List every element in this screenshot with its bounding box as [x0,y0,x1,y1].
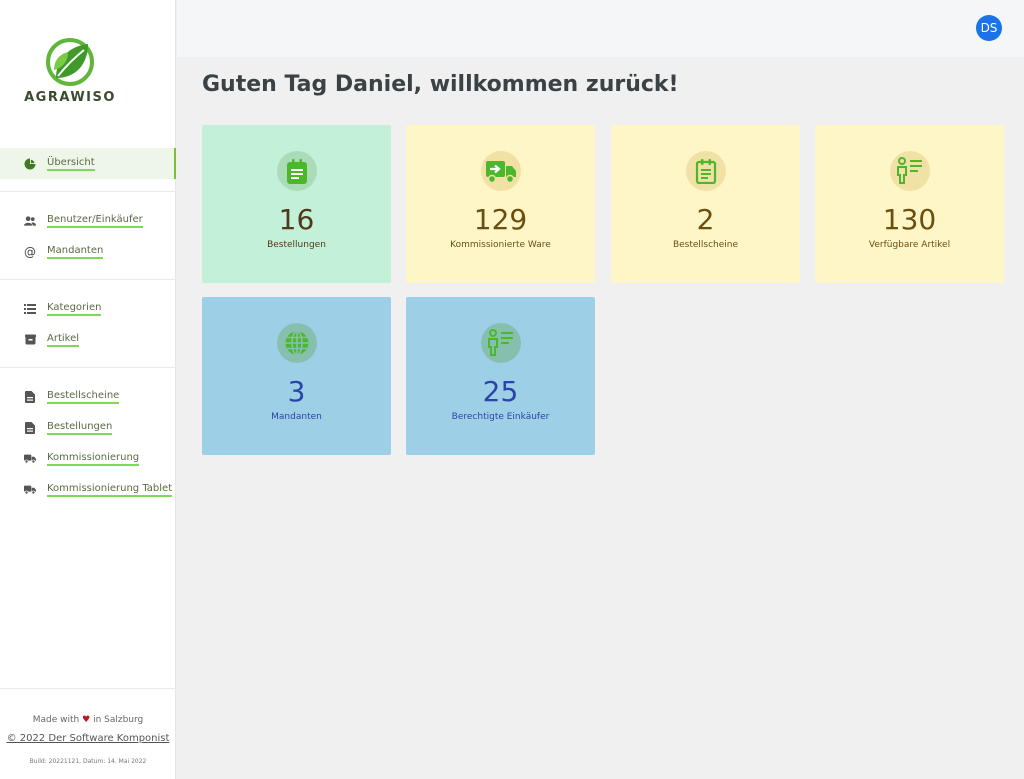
notepad-icon [685,151,726,191]
sidebar-item-label: Benutzer/Einkäufer [47,213,143,228]
sidebar-item-label: Mandanten [47,244,104,259]
heart-icon: ♥ [82,715,91,725]
list-icon [24,303,36,315]
sidebar-item-uebersicht[interactable]: Übersicht [0,148,176,179]
person-list-icon [889,151,930,191]
sidebar-item-label: Kommissionierung [47,451,140,466]
stat-label: Bestellungen [267,240,326,250]
stat-value: 3 [287,375,306,408]
topbar: DS [177,0,1024,57]
sidebar-item-label: Kategorien [47,301,102,316]
user-avatar[interactable]: DS [976,15,1002,41]
stat-value: 129 [473,203,528,236]
document-icon [24,421,36,434]
stat-card-berechtigte-einkaeufer[interactable]: 25 Berechtigte Einkäufer [406,297,595,455]
stat-label: Bestellscheine [672,240,739,250]
stat-card-kommissionierte-ware[interactable]: 129 Kommissionierte Ware [406,125,595,283]
sidebar-item-kategorien[interactable]: Kategorien [0,293,176,324]
nav-divider [0,355,176,368]
sidebar-item-artikel[interactable]: Artikel [0,324,176,355]
sidebar-item-mandanten[interactable]: @ Mandanten [0,236,176,267]
truck-icon [24,484,36,496]
box-icon [24,334,36,346]
brand-name: AGRAWISO [24,90,116,105]
stat-label: Verfügbare Artikel [868,240,951,250]
page-title: Guten Tag Daniel, willkommen zurück! [202,72,679,97]
truck-icon [24,453,36,465]
sidebar-item-kommissionierung-tablet[interactable]: Kommissionierung Tablet [0,474,176,505]
nav-divider [0,267,176,280]
users-icon [24,215,36,227]
at-icon: @ [24,244,36,259]
build-info: Build: 20221121, Datum: 14. Mai 2022 [29,758,147,765]
clipboard-icon [276,151,317,191]
sidebar-item-label: Übersicht [47,156,95,171]
made-with-suffix: in Salzburg [93,715,144,725]
sidebar-item-bestellungen[interactable]: Bestellungen [0,412,176,443]
sidebar-item-benutzer[interactable]: Benutzer/Einkäufer [0,205,176,236]
stat-value: 16 [278,203,315,236]
made-with-text: Made with ♥ in Salzburg [0,715,176,725]
stat-card-bestellungen[interactable]: 16 Bestellungen [202,125,391,283]
stat-label: Kommissionierte Ware [450,240,551,250]
stat-card-bestellscheine[interactable]: 2 Bestellscheine [611,125,800,283]
pie-chart-icon [24,158,36,170]
truck-icon [480,151,521,191]
stat-value: 2 [696,203,715,236]
person-list-icon [480,323,521,363]
stat-label: Mandanten [271,412,322,422]
nav-divider [0,179,176,192]
sidebar-item-label: Bestellscheine [47,389,120,404]
copyright-link[interactable]: © 2022 Der Software Komponist [0,733,176,744]
sidebar-item-bestellscheine[interactable]: Bestellscheine [0,381,176,412]
made-with-prefix: Made with [32,715,80,725]
stat-card-verfuegbare-artikel[interactable]: 130 Verfügbare Artikel [815,125,1004,283]
sidebar-item-label: Bestellungen [47,420,113,435]
sidebar-nav: Übersicht Benutzer/Einkäufer @ Mandanten… [0,148,176,505]
stat-value: 130 [882,203,937,236]
sidebar-footer: Made with ♥ in Salzburg © 2022 Der Softw… [0,688,176,779]
brand-logo[interactable]: AGRAWISO [20,36,120,106]
sidebar-item-kommissionierung[interactable]: Kommissionierung [0,443,176,474]
leaf-logo-icon [46,38,94,86]
sidebar-item-label: Kommissionierung Tablet [47,482,173,497]
sidebar-item-label: Artikel [47,332,80,347]
stat-card-mandanten[interactable]: 3 Mandanten [202,297,391,455]
document-icon [24,390,36,403]
sidebar: AGRAWISO Übersicht Benutzer/Einkäufer @ … [0,0,176,779]
globe-icon [276,323,317,363]
stat-value: 25 [482,375,519,408]
stat-label: Berechtigte Einkäufer [451,412,550,422]
